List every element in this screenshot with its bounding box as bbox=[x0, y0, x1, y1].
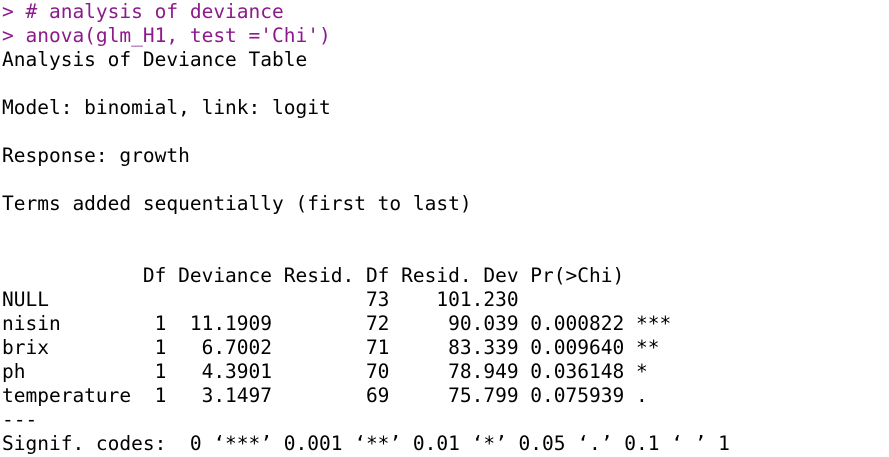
console-input-line: > # analysis of deviance bbox=[2, 0, 284, 23]
table-row: temperature 1 3.1497 69 75.799 0.075939 … bbox=[2, 384, 672, 407]
separator: --- bbox=[2, 408, 38, 431]
table-row: NULL 73 101.230 bbox=[2, 288, 672, 311]
table-row: nisin 1 11.1909 72 90.039 0.000822 *** bbox=[2, 312, 672, 335]
signif-codes: Signif. codes: 0 ‘***’ 0.001 ‘**’ 0.01 ‘… bbox=[2, 432, 730, 455]
console-input-line: > anova(glm_H1, test ='Chi') bbox=[2, 24, 331, 47]
r-console-output: > # analysis of deviance > anova(glm_H1,… bbox=[2, 0, 887, 457]
output-title: Analysis of Deviance Table bbox=[2, 48, 308, 71]
model-line: Model: binomial, link: logit bbox=[2, 96, 331, 119]
table-row: brix 1 6.7002 71 83.339 0.009640 ** bbox=[2, 336, 672, 359]
response-line: Response: growth bbox=[2, 144, 190, 167]
table-row: ph 1 4.3901 70 78.949 0.036148 * bbox=[2, 360, 672, 383]
table-header: Df Deviance Resid. Df Resid. Dev Pr(>Chi… bbox=[2, 264, 672, 287]
terms-note: Terms added sequentially (first to last) bbox=[2, 192, 472, 215]
